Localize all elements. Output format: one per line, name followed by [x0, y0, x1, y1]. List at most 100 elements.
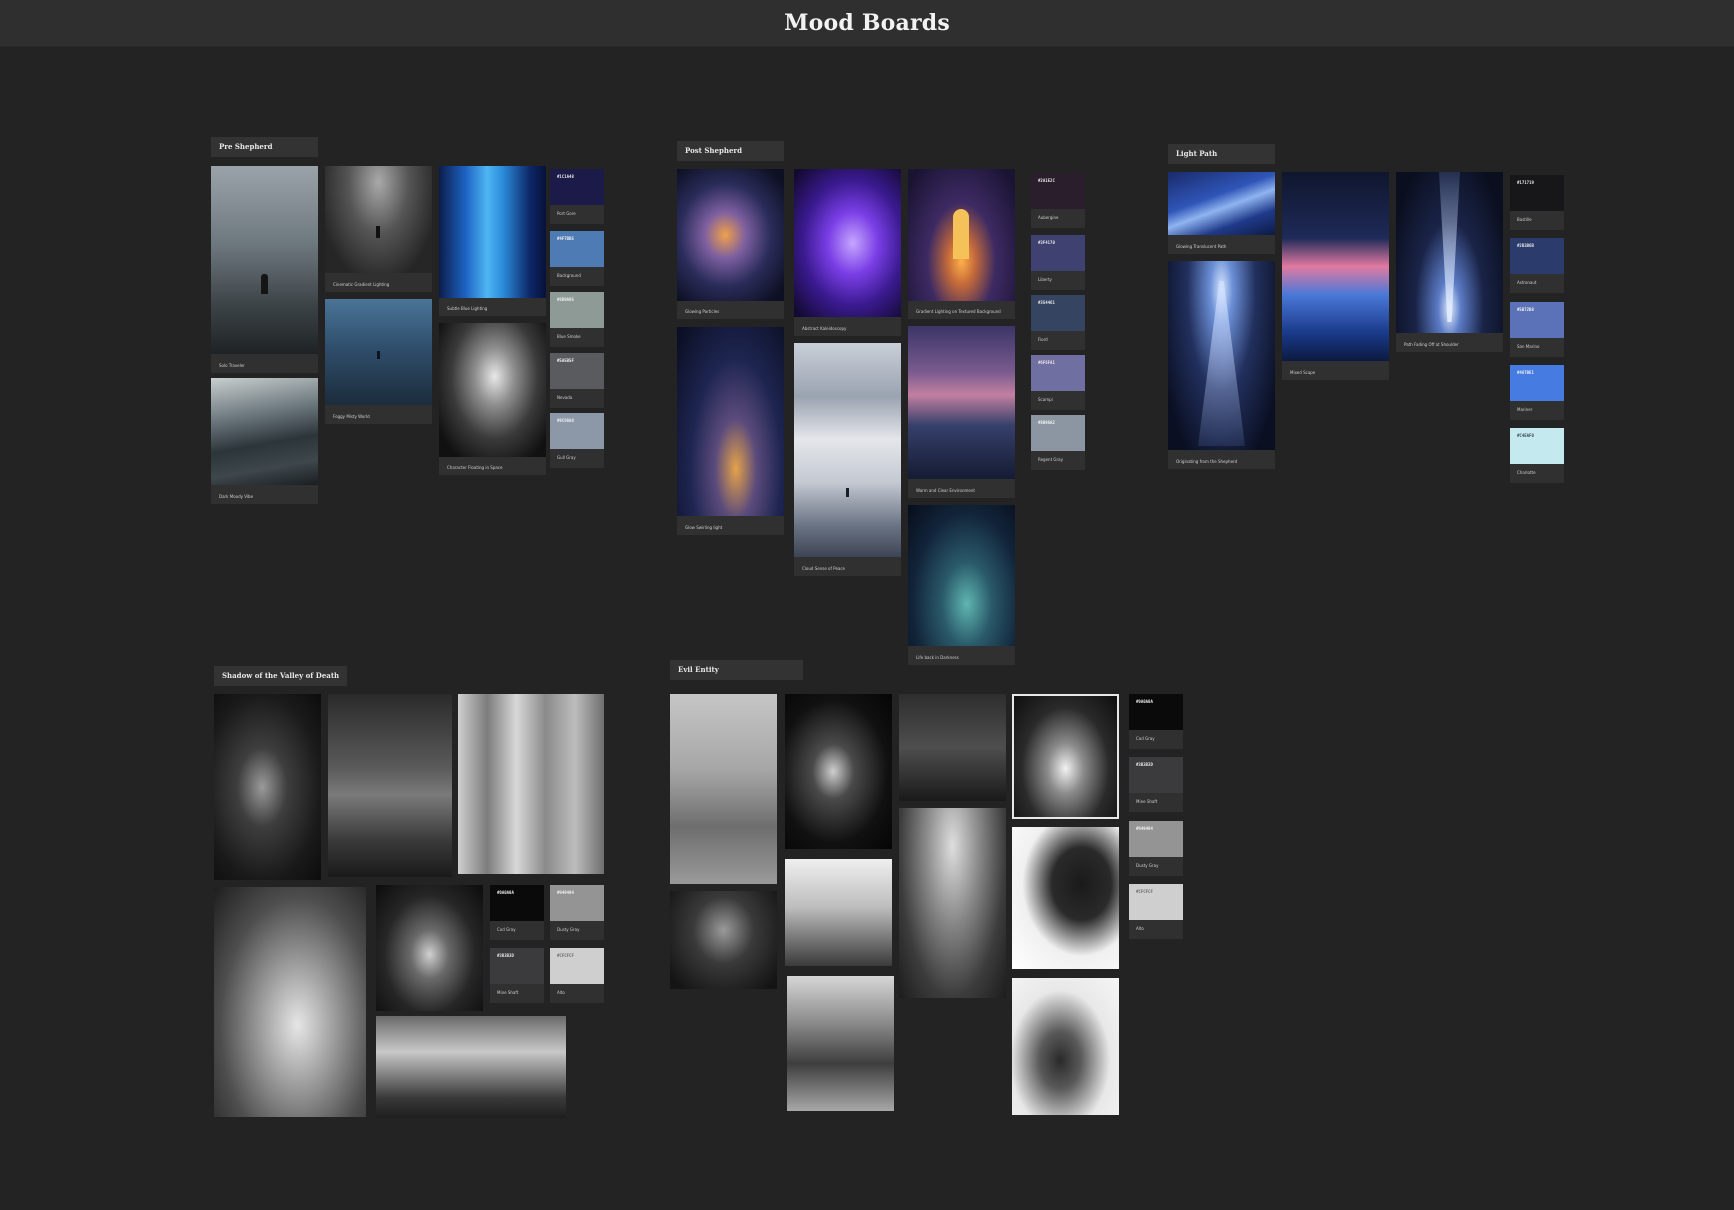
image-card[interactable]: Cloud Sense of Peace	[794, 343, 901, 576]
image-card[interactable]: Dark Moody Vibe	[211, 378, 318, 504]
image-card[interactable]: Glowing Particles	[677, 169, 784, 319]
board-title-post-shepherd[interactable]: Post Shepherd	[677, 141, 784, 161]
color-swatch[interactable]: #3B3B3D Mine Shaft	[1129, 757, 1183, 812]
color-swatch[interactable]: #CFCFCF Alto	[1129, 884, 1183, 939]
image-thumbnail[interactable]	[328, 694, 452, 877]
image-thumbnail[interactable]	[1012, 978, 1119, 1115]
image-thumbnail	[794, 169, 901, 317]
swatch-name: Background	[557, 273, 581, 278]
image-thumbnail[interactable]	[787, 976, 894, 1111]
color-swatch[interactable]: #1C1A48 Port Gore	[550, 169, 604, 224]
swatch-name: Gull Gray	[557, 455, 576, 460]
swatch-hex: #8C98A8	[557, 418, 574, 423]
image-thumbnail	[908, 326, 1015, 479]
image-thumbnail[interactable]	[1012, 827, 1119, 969]
swatch-hex: #4F7BB5	[557, 236, 574, 241]
color-swatch[interactable]: #949494 Dusty Gray	[550, 885, 604, 940]
swatch-hex: #949494	[557, 890, 574, 895]
swatch-hex: #2B3B6B	[1517, 243, 1534, 248]
image-caption: Life back in Darkness	[916, 655, 959, 660]
image-thumbnail[interactable]	[670, 891, 777, 989]
image-thumbnail[interactable]	[785, 694, 892, 849]
image-caption: Warm and Clear Environment	[916, 488, 975, 493]
swatch-hex: #3F4170	[1038, 240, 1055, 245]
image-card[interactable]: Glow Swirling light	[677, 327, 784, 535]
color-swatch[interactable]: #8C98A8 Gull Gray	[550, 413, 604, 468]
color-swatch[interactable]: #5B72B8 San Marino	[1510, 302, 1564, 357]
board-title-pre-shepherd[interactable]: Pre Shepherd	[211, 137, 318, 157]
image-card[interactable]: Subtle Blue Lighting	[439, 166, 546, 316]
swatch-name: Charlotte	[1517, 470, 1536, 475]
image-card[interactable]: Glowing Translucent Path	[1168, 172, 1275, 254]
swatch-hex: #5B72B8	[1517, 307, 1534, 312]
color-swatch[interactable]: #467BE1 Mariner	[1510, 365, 1564, 420]
image-caption: Dark Moody Vibe	[219, 494, 254, 499]
image-card[interactable]: Originating from the Shepherd	[1168, 261, 1275, 469]
swatch-name: Dusty Gray	[557, 927, 580, 932]
color-swatch[interactable]: #949494 Dusty Gray	[1129, 821, 1183, 876]
swatch-name: Alto	[1136, 926, 1144, 931]
color-swatch[interactable]: #354461 Fiord	[1031, 295, 1085, 350]
image-card[interactable]: Gradient Lighting on Textured Background	[908, 169, 1015, 319]
image-thumbnail[interactable]	[376, 1016, 566, 1118]
image-thumbnail[interactable]	[670, 694, 777, 884]
image-thumbnail	[439, 323, 546, 457]
image-thumbnail[interactable]	[1012, 694, 1119, 819]
color-swatch[interactable]: #2B3B6B Astronaut	[1510, 238, 1564, 293]
color-swatch[interactable]: #8B96A2 Regent Gray	[1031, 415, 1085, 470]
color-swatch[interactable]: #8D9A95 Blue Smoke	[550, 292, 604, 347]
swatch-name: Blue Smoke	[557, 334, 581, 339]
color-swatch[interactable]: #171719 Bastille	[1510, 175, 1564, 230]
swatch-hex: #3B3B3D	[1136, 762, 1153, 767]
color-swatch[interactable]: #4F7BB5 Background	[550, 231, 604, 286]
image-thumbnail	[325, 166, 432, 273]
image-card[interactable]: Path Fading Off at Shoulder	[1396, 172, 1503, 352]
swatch-hex: #6F6FA1	[1038, 360, 1055, 365]
image-thumbnail[interactable]	[376, 885, 483, 1011]
image-thumbnail	[1168, 172, 1275, 235]
swatch-name: Mariner	[1517, 407, 1533, 412]
image-caption: Cinematic Gradient Lighting	[333, 282, 390, 287]
image-card[interactable]: Cinematic Gradient Lighting	[325, 166, 432, 292]
color-swatch[interactable]: #0A0A0A Cod Gray	[490, 885, 544, 940]
board-title-shadow-valley[interactable]: Shadow of the Valley of Death	[214, 666, 347, 686]
color-swatch[interactable]: #2A1E2C Aubergine	[1031, 173, 1085, 228]
page-title: Mood Boards	[784, 10, 950, 36]
image-thumbnail[interactable]	[458, 694, 604, 874]
image-thumbnail[interactable]	[899, 808, 1006, 998]
board-title-evil-entity[interactable]: Evil Entity	[670, 660, 803, 680]
swatch-hex: #8D9A95	[557, 297, 574, 302]
swatch-name: Bastille	[1517, 217, 1532, 222]
color-swatch[interactable]: #C4EAF0 Charlotte	[1510, 428, 1564, 483]
color-swatch[interactable]: #CFCFCF Alto	[550, 948, 604, 1003]
swatch-hex: #354461	[1038, 300, 1055, 305]
swatch-name: Dusty Gray	[1136, 863, 1159, 868]
swatch-hex: #8B96A2	[1038, 420, 1055, 425]
image-card[interactable]: Solo Traveler	[211, 166, 318, 373]
image-caption: Solo Traveler	[219, 363, 245, 368]
swatch-hex: #2A1E2C	[1038, 178, 1055, 183]
image-thumbnail	[439, 166, 546, 298]
top-bar: Mood Boards	[0, 0, 1734, 47]
image-thumbnail[interactable]	[214, 887, 366, 1117]
image-card[interactable]: Foggy Misty World	[325, 299, 432, 424]
color-swatch[interactable]: #6F6FA1 Scampi	[1031, 355, 1085, 410]
color-swatch[interactable]: #3B3B3D Mine Shaft	[490, 948, 544, 1003]
image-caption: Originating from the Shepherd	[1176, 459, 1238, 464]
image-thumbnail	[1396, 172, 1503, 333]
image-thumbnail[interactable]	[785, 859, 892, 966]
image-card[interactable]: Mixed Scape	[1282, 172, 1389, 380]
board-title-light-path[interactable]: Light Path	[1168, 144, 1275, 164]
image-thumbnail[interactable]	[899, 694, 1006, 801]
swatch-hex: #5A5B5F	[557, 358, 574, 363]
image-card[interactable]: Character Floating in Space	[439, 323, 546, 475]
image-thumbnail[interactable]	[214, 694, 321, 880]
color-swatch[interactable]: #3F4170 Liberty	[1031, 235, 1085, 290]
image-card[interactable]: Abstract Kaleidoscopy	[794, 169, 901, 336]
image-card[interactable]: Life back in Darkness	[908, 505, 1015, 665]
swatch-hex: #1C1A48	[557, 174, 574, 179]
image-thumbnail	[211, 378, 318, 485]
color-swatch[interactable]: #5A5B5F Nevada	[550, 353, 604, 408]
color-swatch[interactable]: #0A0A0A Cod Gray	[1129, 694, 1183, 749]
image-card[interactable]: Warm and Clear Environment	[908, 326, 1015, 498]
